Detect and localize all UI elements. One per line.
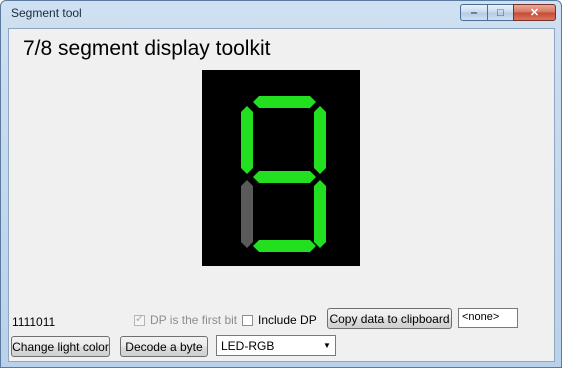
maximize-button[interactable]: □: [487, 4, 513, 21]
led-mode-select[interactable]: LED-RGB ▼: [216, 335, 336, 356]
decode-byte-button[interactable]: Decode a byte: [120, 336, 208, 357]
segment-g: [253, 171, 316, 183]
change-light-color-button[interactable]: Change light color: [11, 336, 110, 357]
caption-buttons: ‒ □ ✕: [460, 4, 556, 23]
close-button[interactable]: ✕: [513, 4, 556, 21]
segment-f: [241, 106, 253, 174]
segment-e: [241, 180, 253, 248]
title-bar[interactable]: Segment tool ‒ □ ✕: [1, 1, 561, 27]
include-dp-checkbox[interactable]: [242, 314, 253, 326]
dp-first-bit-label: DP is the first bit: [150, 313, 238, 327]
led-mode-value: LED-RGB: [221, 338, 275, 353]
checkmark-icon: ✓: [135, 312, 145, 325]
app-window: Segment tool ‒ □ ✕ 7/8 segment display t…: [0, 0, 562, 368]
minimize-icon: ‒: [470, 6, 478, 19]
copy-to-clipboard-button[interactable]: Copy data to clipboard: [327, 308, 452, 329]
bits-readout: 1111011: [12, 315, 56, 329]
segment-c: [314, 180, 326, 248]
include-dp-option: Include DP: [242, 313, 317, 327]
window-title: Segment tool: [11, 6, 82, 20]
dropdown-arrow-icon[interactable]: ▼: [319, 336, 335, 355]
minimize-button[interactable]: ‒: [460, 4, 487, 21]
client-area: 7/8 segment display toolkit 1111011 ✓ DP…: [8, 28, 555, 362]
include-dp-label[interactable]: Include DP: [258, 313, 317, 327]
dp-first-bit-option: ✓ DP is the first bit: [134, 313, 237, 327]
dp-first-bit-checkbox[interactable]: ✓: [134, 312, 145, 326]
segment-a: [253, 96, 316, 108]
maximize-icon: □: [497, 6, 504, 19]
segment-display-graphic: [241, 96, 326, 252]
segment-b: [314, 106, 326, 174]
clipboard-preview-field[interactable]: <none>: [458, 308, 518, 328]
page-title: 7/8 segment display toolkit: [23, 37, 271, 60]
segment-display: [202, 70, 360, 266]
segment-d: [253, 240, 316, 252]
close-icon: ✕: [529, 7, 540, 19]
